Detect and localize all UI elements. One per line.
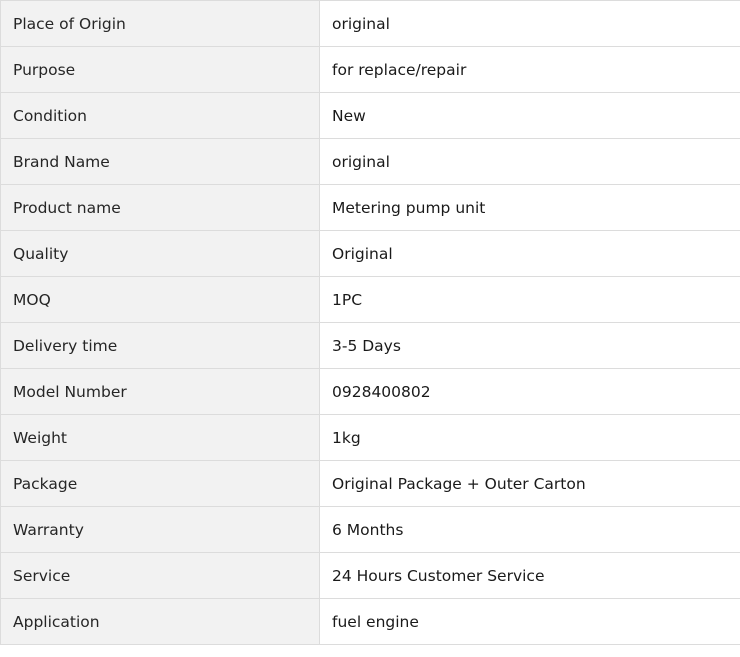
spec-row-delivery-time: Delivery time 3-5 Days	[0, 322, 740, 369]
spec-row-application: Application fuel engine	[0, 598, 740, 645]
spec-value: Original	[319, 230, 740, 277]
spec-label: Warranty	[0, 506, 320, 553]
spec-row-place-of-origin: Place of Origin original	[0, 0, 740, 47]
spec-value: fuel engine	[319, 598, 740, 645]
product-spec-table: Place of Origin original Purpose for rep…	[0, 0, 740, 645]
spec-row-purpose: Purpose for replace/repair	[0, 46, 740, 93]
spec-row-quality: Quality Original	[0, 230, 740, 277]
spec-label: Package	[0, 460, 320, 507]
spec-label: Weight	[0, 414, 320, 461]
spec-row-package: Package Original Package + Outer Carton	[0, 460, 740, 507]
spec-label: Application	[0, 598, 320, 645]
spec-table-body: Place of Origin original Purpose for rep…	[0, 0, 740, 645]
spec-row-model-number: Model Number 0928400802	[0, 368, 740, 415]
spec-value: New	[319, 92, 740, 139]
spec-row-condition: Condition New	[0, 92, 740, 139]
spec-value: 6 Months	[319, 506, 740, 553]
spec-label: Service	[0, 552, 320, 599]
spec-label: Product name	[0, 184, 320, 231]
spec-value: original	[319, 138, 740, 185]
spec-row-moq: MOQ 1PC	[0, 276, 740, 323]
spec-value: 1PC	[319, 276, 740, 323]
spec-label: Brand Name	[0, 138, 320, 185]
spec-value: Metering pump unit	[319, 184, 740, 231]
spec-row-service: Service 24 Hours Customer Service	[0, 552, 740, 599]
spec-row-warranty: Warranty 6 Months	[0, 506, 740, 553]
spec-label: Purpose	[0, 46, 320, 93]
spec-value: original	[319, 0, 740, 47]
spec-value: 1kg	[319, 414, 740, 461]
spec-label: Quality	[0, 230, 320, 277]
spec-label: Delivery time	[0, 322, 320, 369]
spec-label: Place of Origin	[0, 0, 320, 47]
spec-row-weight: Weight 1kg	[0, 414, 740, 461]
spec-row-product-name: Product name Metering pump unit	[0, 184, 740, 231]
spec-value: for replace/repair	[319, 46, 740, 93]
spec-label: Condition	[0, 92, 320, 139]
spec-label: MOQ	[0, 276, 320, 323]
spec-value: 0928400802	[319, 368, 740, 415]
spec-row-brand-name: Brand Name original	[0, 138, 740, 185]
spec-value: 24 Hours Customer Service	[319, 552, 740, 599]
spec-label: Model Number	[0, 368, 320, 415]
spec-value: Original Package + Outer Carton	[319, 460, 740, 507]
spec-value: 3-5 Days	[319, 322, 740, 369]
